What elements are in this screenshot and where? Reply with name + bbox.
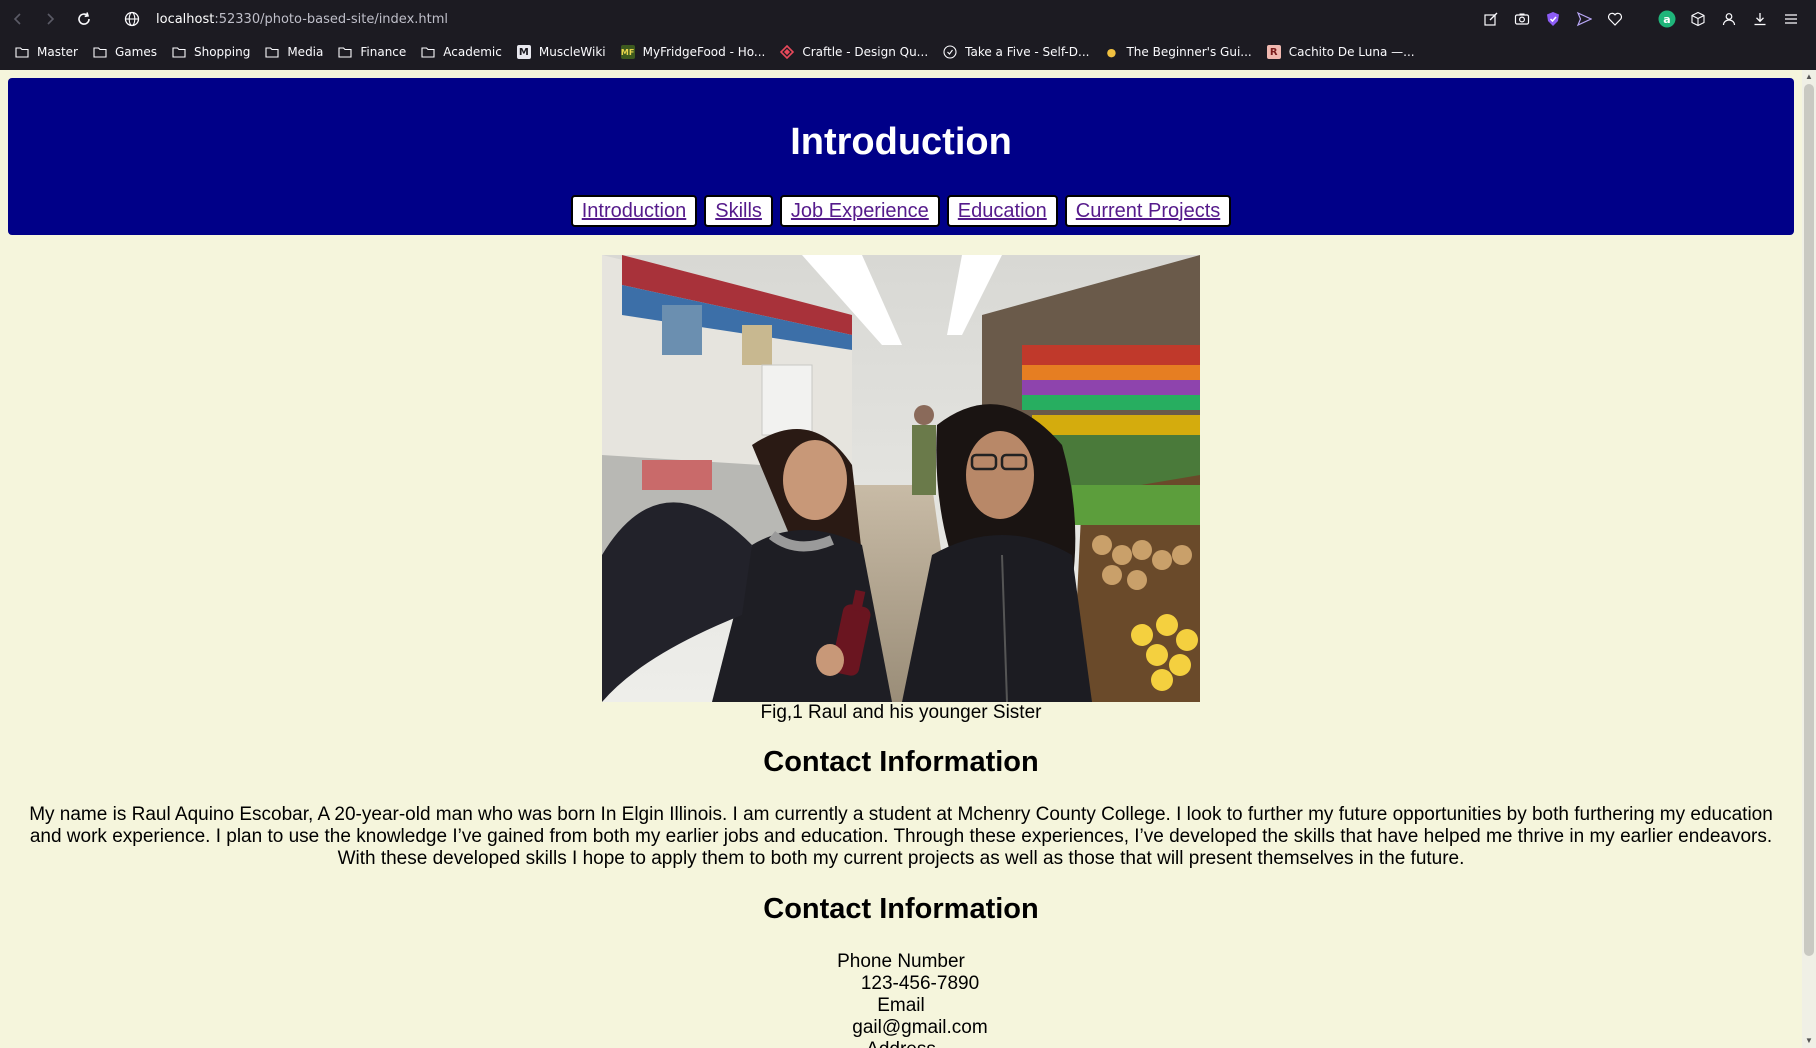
bookmark-label: Master: [37, 45, 78, 59]
bookmark-media[interactable]: Media: [264, 41, 323, 63]
scroll-up-arrow-icon[interactable]: ▲: [1804, 72, 1814, 82]
site-header: Introduction Introduction Skills Job Exp…: [8, 78, 1794, 235]
address-bar[interactable]: localhost:52330/photo-based-site/index.h…: [118, 4, 1488, 34]
beginners-guide-favicon: ●: [1104, 45, 1119, 59]
nav-link-skills[interactable]: Skills: [704, 195, 773, 227]
bookmark-shopping[interactable]: Shopping: [171, 41, 250, 63]
email-value: gail@gmail.com: [852, 1017, 988, 1038]
bookmark-musclewiki[interactable]: M MuscleWiki: [516, 41, 606, 63]
bio-line-2: and work experience. I plan to use the k…: [29, 826, 1773, 847]
phone-value: 123-456-7890: [860, 973, 980, 994]
url-path: :52330/photo-based-site/index.html: [214, 11, 449, 27]
bookmark-takeafive[interactable]: Take a Five - Self-D...: [942, 41, 1089, 63]
bio-line-3: With these developed skills I hope to ap…: [337, 848, 1465, 869]
forward-button[interactable]: [38, 7, 62, 31]
page-scrollbar[interactable]: ▲ ▼: [1802, 70, 1816, 1048]
musclewiki-favicon: M: [516, 45, 531, 59]
shield-extension-icon[interactable]: [1542, 8, 1564, 30]
myfridgefood-favicon: MF: [620, 45, 635, 59]
section-heading-1: Contact Information: [763, 746, 1039, 778]
browser-toolbar: localhost:52330/photo-based-site/index.h…: [0, 0, 1816, 38]
nav-link-job-experience[interactable]: Job Experience: [779, 195, 940, 227]
bookmark-games[interactable]: Games: [92, 41, 157, 63]
folder-icon: [171, 44, 187, 60]
svg-text:a: a: [1663, 13, 1670, 26]
cube-extension-icon[interactable]: [1687, 8, 1709, 30]
bookmark-label: The Beginner's Gui...: [1126, 45, 1252, 59]
email-label: Email: [877, 995, 925, 1016]
section-heading-2: Contact Information: [763, 893, 1039, 925]
back-arrow-icon: [13, 13, 21, 25]
download-icon[interactable]: [1749, 8, 1771, 30]
menu-icon[interactable]: [1780, 8, 1802, 30]
folder-icon: [337, 44, 353, 60]
bookmarks-bar: Master Games Shopping Media Finance Acad…: [0, 38, 1816, 66]
profile-icon[interactable]: [1718, 8, 1740, 30]
folder-icon: [14, 44, 30, 60]
nav-link-current-projects[interactable]: Current Projects: [1064, 195, 1232, 227]
reload-icon: [78, 12, 90, 25]
bookmark-label: Academic: [443, 45, 502, 59]
nav-link-education[interactable]: Education: [946, 195, 1058, 227]
bookmark-label: Finance: [360, 45, 407, 59]
send-icon[interactable]: [1573, 8, 1595, 30]
bookmark-myfridgefood[interactable]: MF MyFridgeFood - Ho...: [620, 41, 766, 63]
photo-caption: Fig,1 Raul and his younger Sister: [760, 702, 1042, 723]
reload-button[interactable]: [72, 7, 96, 31]
bookmark-academic[interactable]: Academic: [420, 41, 502, 63]
page-viewport: Introduction Introduction Skills Job Exp…: [0, 70, 1816, 1048]
account-avatar-icon[interactable]: a: [1656, 8, 1678, 30]
page-title: Introduction: [790, 121, 1012, 163]
bookmark-beginners-guide[interactable]: ● The Beginner's Gui...: [1103, 41, 1252, 63]
address-label: Address: [701, 1039, 1101, 1048]
bio-paragraph: My name is Raul Aquino Escobar, A 20-yea…: [14, 804, 1788, 870]
phone-label: Phone Number: [837, 951, 965, 972]
globe-icon: [118, 7, 146, 31]
bookmark-finance[interactable]: Finance: [337, 41, 406, 63]
url-host: localhost: [156, 11, 215, 27]
nav-link-introduction[interactable]: Introduction: [570, 195, 698, 227]
toolbar-icons: a: [1480, 8, 1802, 30]
folder-icon: [264, 44, 280, 60]
url-text: localhost:52330/photo-based-site/index.h…: [156, 12, 448, 27]
bookmark-label: Games: [114, 45, 157, 59]
bookmark-label: Craftle - Design Qu...: [802, 45, 929, 59]
bookmark-label: Cachito De Luna —...: [1288, 45, 1415, 59]
scrollbar-thumb[interactable]: [1804, 84, 1814, 956]
takeafive-favicon: [943, 45, 957, 59]
bookmark-master[interactable]: Master: [14, 41, 78, 63]
bookmark-label: MuscleWiki: [538, 45, 606, 59]
forward-arrow-icon: [47, 13, 55, 25]
bookmark-label: Media: [287, 45, 324, 59]
bookmark-craftle[interactable]: Craftle - Design Qu...: [779, 41, 928, 63]
folder-icon: [92, 44, 108, 60]
scroll-down-arrow-icon[interactable]: ▼: [1804, 1036, 1814, 1046]
screenshot-icon[interactable]: [1511, 8, 1533, 30]
profile-photo: [602, 255, 1200, 702]
site-nav: Introduction Skills Job Experience Educa…: [8, 195, 1794, 227]
bookmark-cachito[interactable]: R Cachito De Luna —...: [1266, 41, 1415, 63]
bookmark-label: Take a Five - Self-D...: [965, 45, 1090, 59]
folder-icon: [420, 44, 436, 60]
bookmark-label: MyFridgeFood - Ho...: [642, 45, 766, 59]
edit-icon[interactable]: [1480, 8, 1502, 30]
bookmark-label: Shopping: [193, 45, 251, 59]
cachito-favicon: R: [1266, 45, 1281, 59]
bio-line-1: My name is Raul Aquino Escobar, A 20-yea…: [29, 804, 1773, 825]
back-button[interactable]: [6, 7, 30, 31]
craftle-favicon: [780, 45, 795, 59]
heart-icon[interactable]: [1604, 8, 1626, 30]
